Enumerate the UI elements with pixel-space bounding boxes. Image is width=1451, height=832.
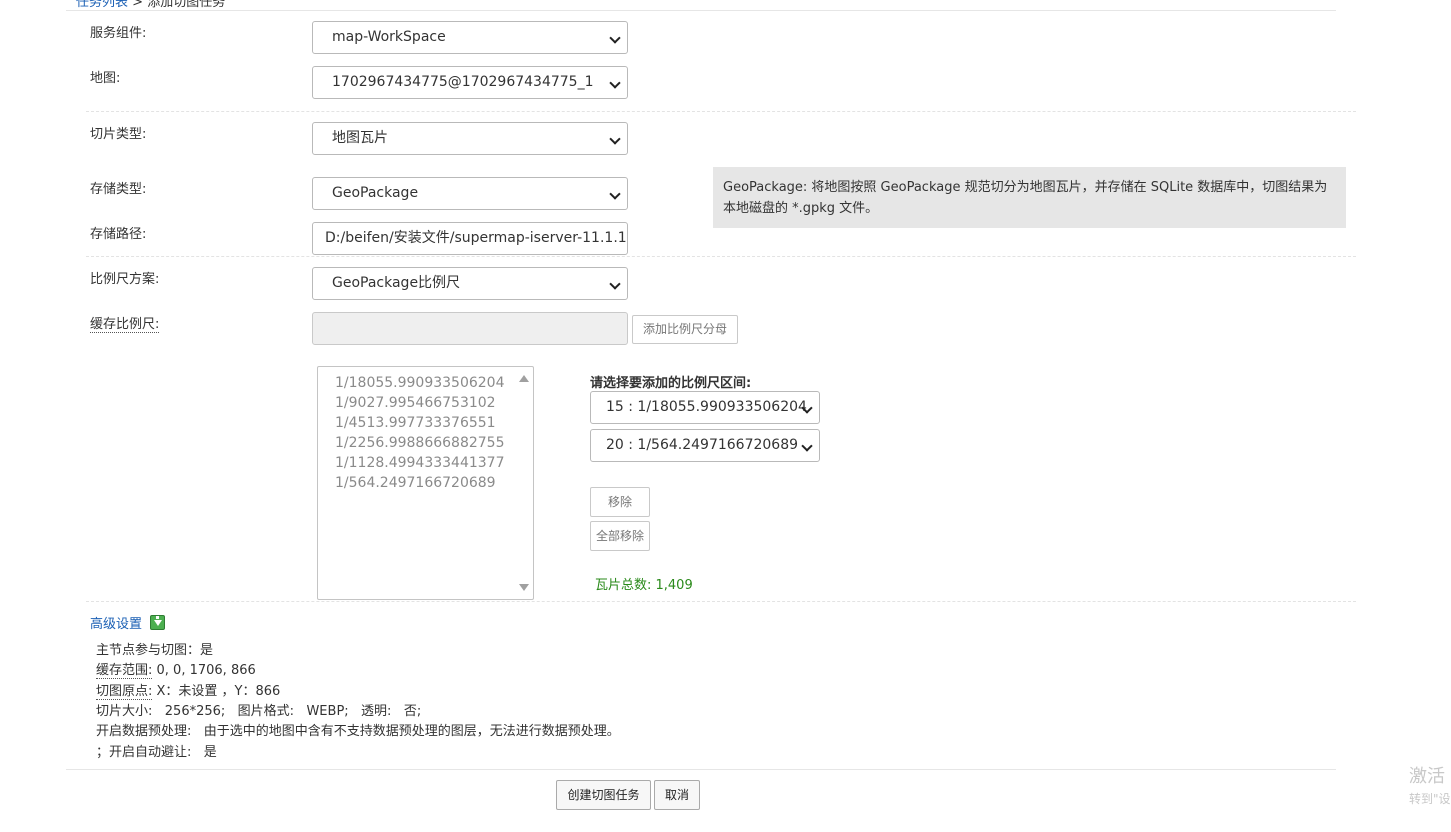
scale-scheme-value: GeoPackage比例尺	[332, 275, 461, 291]
cache-bounds-label: 缓存范围:	[96, 663, 153, 679]
chevron-down-icon	[609, 278, 621, 290]
tile-type-label: 切片类型:	[90, 127, 147, 142]
storage-type-info: GeoPackage: 将地图按照 GeoPackage 规范切分为地图瓦片，并…	[713, 167, 1346, 228]
storage-path-input[interactable]: D:/beifen/安装文件/supermap-iserver-11.1.1	[312, 222, 628, 255]
scroll-up-icon[interactable]	[519, 375, 529, 382]
chevron-down-icon	[609, 32, 621, 44]
scale-range-title: 请选择要添加的比例尺区间:	[590, 376, 752, 391]
remove-button[interactable]: 移除	[590, 487, 650, 517]
breadcrumb-current: 添加切图任务	[147, 0, 226, 10]
scale-listbox[interactable]: 1/18055.990933506204 1/9027.995466753102 1…	[317, 366, 534, 600]
cache-bounds-setting: 缓存范围: 0, 0, 1706, 866	[96, 659, 256, 679]
service-component-value: map-WorkSpace	[332, 29, 446, 45]
scroll-down-icon[interactable]	[519, 584, 529, 591]
storage-path-label: 存储路径:	[90, 227, 147, 242]
divider	[66, 10, 1336, 11]
storage-type-select[interactable]: GeoPackage	[312, 177, 628, 210]
chevron-down-icon	[609, 77, 621, 89]
tile-origin-setting: 切图原点: X：未设置 ，Y：866	[96, 680, 281, 700]
auto-avoidance-setting: ；开启自动避让: 是	[96, 745, 217, 760]
activation-watermark-hint: 转到"设	[1409, 792, 1451, 806]
scale-list-item[interactable]: 1/1128.4994333441377	[318, 453, 533, 473]
tile-size-setting: 切片大小: 256*256; 图片格式: WEBP; 透明: 否;	[96, 704, 422, 719]
divider	[86, 111, 1356, 112]
expand-down-icon[interactable]	[150, 615, 165, 630]
scale-range-to-select[interactable]: 20 : 1/564.2497166720689	[590, 429, 820, 462]
breadcrumb-separator: >	[128, 0, 148, 10]
scale-list-item[interactable]: 1/2256.9988666882755	[318, 433, 533, 453]
create-task-button[interactable]: 创建切图任务	[556, 780, 651, 810]
advanced-settings-link[interactable]: 高级设置	[90, 613, 142, 632]
scale-range-to-value: 20 : 1/564.2497166720689	[606, 437, 799, 453]
scale-list-item[interactable]: 1/564.2497166720689	[318, 473, 533, 493]
cache-scale-label: 缓存比例尺:	[90, 313, 160, 333]
cache-bounds-value: 0, 0, 1706, 866	[152, 663, 256, 678]
tile-type-select[interactable]: 地图瓦片	[312, 122, 628, 155]
breadcrumb-task-list-link[interactable]: 任务列表	[76, 0, 128, 10]
divider	[66, 769, 1336, 770]
preprocess-setting: 开启数据预处理: 由于选中的地图中含有不支持数据预处理的图层，无法进行数据预处理…	[96, 724, 620, 739]
cancel-button[interactable]: 取消	[654, 780, 700, 810]
service-component-label: 服务组件:	[90, 26, 147, 41]
scale-list-item[interactable]: 1/9027.995466753102	[318, 393, 533, 413]
storage-type-value: GeoPackage	[332, 185, 419, 201]
activation-watermark: 激活	[1409, 766, 1445, 787]
divider	[86, 256, 1356, 257]
chevron-down-icon	[609, 188, 621, 200]
scale-list-items: 1/18055.990933506204 1/9027.995466753102 1…	[318, 367, 533, 493]
master-node-setting: 主节点参与切图：是	[96, 643, 214, 658]
scale-list-item[interactable]: 1/4513.997733376551	[318, 413, 533, 433]
map-select[interactable]: 1702967434775@1702967434775_1	[312, 66, 628, 99]
map-value: 1702967434775@1702967434775_1	[332, 74, 594, 90]
map-label: 地图:	[90, 71, 121, 86]
tile-origin-label: 切图原点:	[96, 684, 153, 700]
scale-scheme-label: 比例尺方案:	[90, 272, 160, 287]
divider	[86, 601, 1356, 602]
tile-origin-value: X：未设置 ，Y：866	[152, 684, 281, 699]
cache-scale-input	[312, 312, 628, 345]
storage-type-label: 存储类型:	[90, 182, 147, 197]
tile-type-value: 地图瓦片	[332, 130, 388, 146]
breadcrumb: 任务列表 > 添加切图任务	[76, 0, 225, 10]
scale-scheme-select[interactable]: GeoPackage比例尺	[312, 267, 628, 300]
scale-range-from-select[interactable]: 15 : 1/18055.990933506204	[590, 391, 820, 424]
scale-range-from-value: 15 : 1/18055.990933506204	[606, 399, 807, 415]
add-scale-denominator-button[interactable]: 添加比例尺分母	[632, 315, 738, 344]
service-component-select[interactable]: map-WorkSpace	[312, 21, 628, 54]
tile-total: 瓦片总数: 1,409	[595, 578, 693, 593]
chevron-down-icon	[801, 440, 813, 452]
remove-all-button[interactable]: 全部移除	[590, 521, 650, 551]
chevron-down-icon	[609, 133, 621, 145]
scale-list-item[interactable]: 1/18055.990933506204	[318, 373, 533, 393]
